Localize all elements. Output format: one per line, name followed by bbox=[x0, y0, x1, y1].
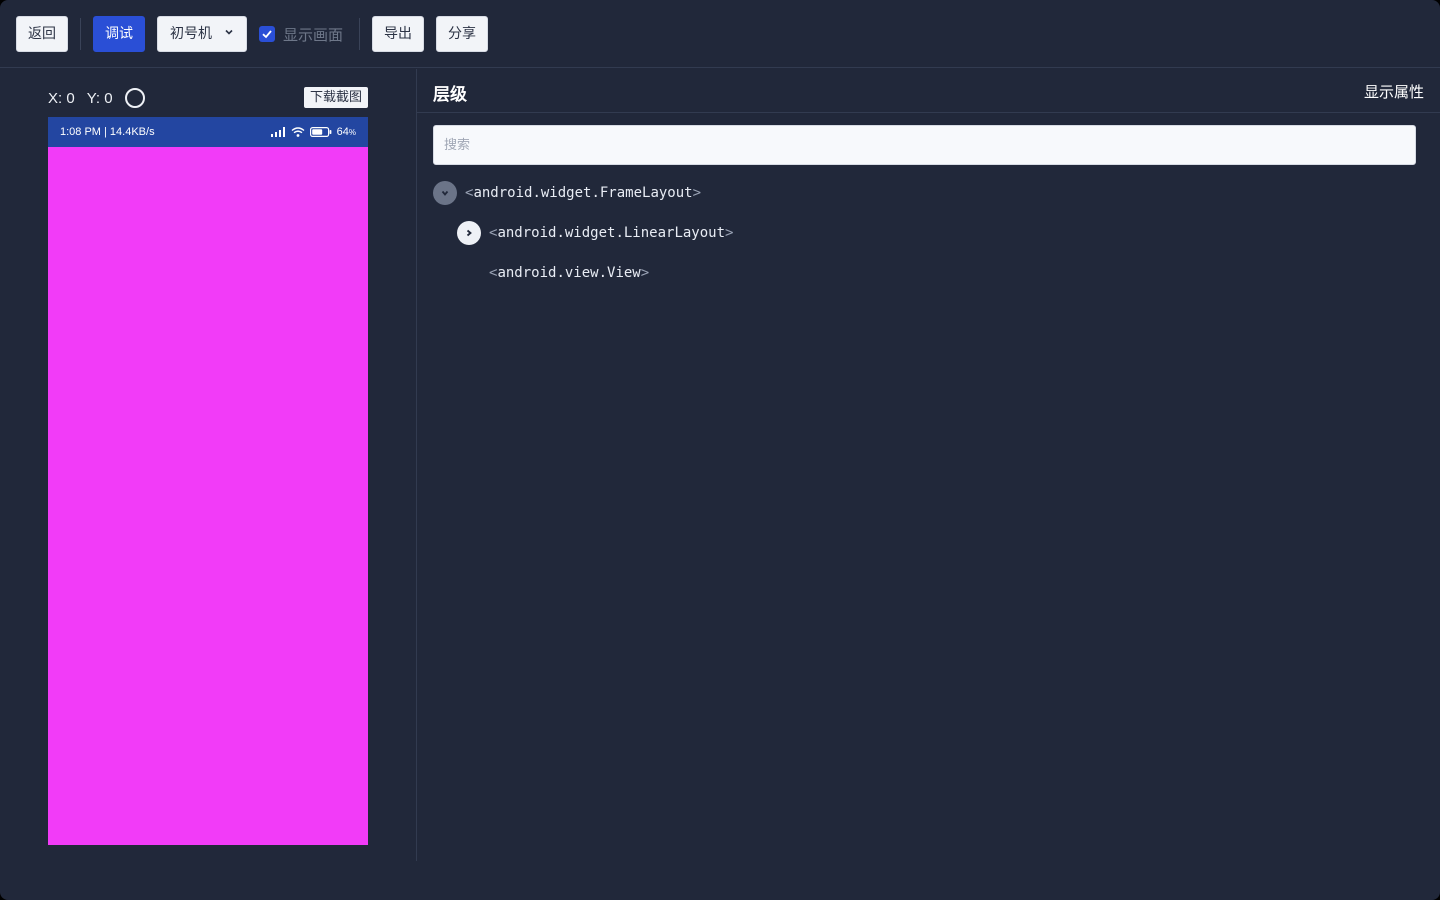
hierarchy-title: 层级 bbox=[433, 85, 467, 105]
x-coordinate: X: 0 bbox=[48, 89, 75, 107]
download-screenshot-button[interactable]: 下载截图 bbox=[304, 87, 368, 108]
tree-node-label: <android.widget.FrameLayout> bbox=[465, 185, 702, 201]
record-circle-icon[interactable] bbox=[124, 88, 145, 108]
toolbar-separator bbox=[80, 18, 81, 50]
signal-icon bbox=[270, 127, 285, 137]
tree-node-linearlayout[interactable]: <android.widget.LinearLayout> bbox=[457, 221, 733, 245]
coordinates-readout: X: 0 Y: 0 bbox=[48, 88, 145, 108]
tree-node-view[interactable]: <android.view.View> bbox=[489, 261, 649, 285]
device-select-value: 初号机 bbox=[170, 26, 212, 42]
toolbar-separator bbox=[359, 18, 360, 50]
battery-percent: 64% bbox=[336, 126, 356, 138]
expand-toggle[interactable] bbox=[457, 221, 481, 245]
back-button[interactable]: 返回 bbox=[16, 16, 68, 52]
export-button[interactable]: 导出 bbox=[372, 16, 424, 52]
expand-toggle[interactable] bbox=[433, 181, 457, 205]
tree-node-label: <android.view.View> bbox=[489, 265, 650, 281]
device-screen[interactable]: 1:08 PM | 14.4KB/s 64% bbox=[48, 117, 368, 845]
show-screen-checkbox[interactable] bbox=[259, 26, 275, 42]
tree-node-framelayout[interactable]: <android.widget.FrameLayout> bbox=[433, 181, 701, 205]
share-button[interactable]: 分享 bbox=[436, 16, 488, 52]
show-properties-button[interactable]: 显示属性 bbox=[1364, 81, 1424, 102]
tree-node-label: <android.widget.LinearLayout> bbox=[489, 225, 734, 241]
status-time-speed: 1:08 PM | 14.4KB/s bbox=[60, 126, 155, 138]
show-screen-toggle[interactable]: 显示画面 bbox=[259, 24, 343, 44]
device-statusbar: 1:08 PM | 14.4KB/s 64% bbox=[48, 117, 368, 147]
wifi-icon bbox=[291, 127, 305, 137]
check-icon bbox=[262, 30, 272, 39]
chevron-right-icon bbox=[466, 229, 472, 237]
chevron-down-icon bbox=[441, 190, 449, 196]
search-input[interactable] bbox=[433, 125, 1416, 165]
status-icons: 64% bbox=[270, 126, 356, 138]
y-coordinate: Y: 0 bbox=[86, 89, 113, 107]
toolbar: 返回 调试 初号机 显示画面 导出 分享 bbox=[0, 0, 1440, 68]
debug-button[interactable]: 调试 bbox=[93, 16, 145, 52]
device-select[interactable]: 初号机 bbox=[157, 16, 247, 52]
show-screen-label: 显示画面 bbox=[283, 25, 344, 44]
battery-icon bbox=[309, 127, 332, 137]
chevron-down-icon bbox=[224, 17, 234, 51]
hierarchy-header: 层级 显示属性 bbox=[417, 69, 1440, 113]
pane-divider[interactable] bbox=[416, 69, 417, 861]
app-window: 返回 调试 初号机 显示画面 导出 分享 X: 0 Y: 0 下载截图 1:08… bbox=[0, 0, 1440, 900]
